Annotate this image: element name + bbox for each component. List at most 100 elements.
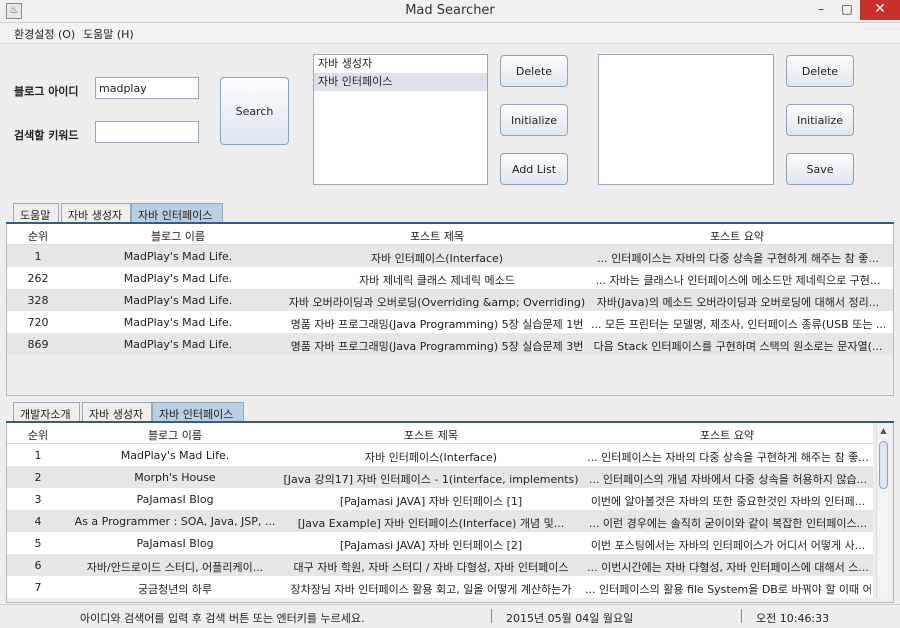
cell-rank: 5 xyxy=(34,537,42,550)
scroll-up-icon[interactable]: ▲ xyxy=(877,425,890,437)
cell-post-summary: ... 인터페이스는 자바의 다중 상속을 구현하게 해주는 참 좋... xyxy=(597,252,879,265)
maximize-button[interactable]: □ xyxy=(834,0,860,20)
cell-post-title: 명품 자바 프로그래밍(Java Programming) 5장 실습문제 1번 xyxy=(290,318,584,331)
tab-help[interactable]: 도움말 xyxy=(13,203,59,222)
cell-blog-name: 자바/안드로이드 스터디, 어플리케이... xyxy=(86,561,264,574)
search-button[interactable]: Search xyxy=(220,77,289,145)
keyword-list[interactable]: 자바 생성자 자바 인터페이스 xyxy=(313,54,488,185)
cell-post-title: 자바 제네릭 클래스 제네릭 메소드 xyxy=(359,274,515,287)
column-rank[interactable]: 순위 xyxy=(7,228,69,244)
cell-blog-name: MadPlay's Mad Life. xyxy=(123,316,233,329)
cell-post-summary: ... 모든 프린터는 모델명, 제조사, 인터페이스 종류(USB 또는 ..… xyxy=(591,318,885,331)
blog-id-label: 블로그 아이디 xyxy=(14,85,79,98)
minimize-button[interactable]: – xyxy=(808,0,834,20)
initialize-keyword-button[interactable]: Initialize xyxy=(500,104,568,136)
bottom-results-table: 순위 블로그 이름 포스트 제목 포스트 요약 1 MadPlay's Mad … xyxy=(7,423,873,598)
delete-saved-button[interactable]: Delete xyxy=(786,55,854,87)
cell-blog-name: MadPlay's Mad Life. xyxy=(123,250,233,263)
cell-post-title: 장차장님 자바 인터페이스 활용 회고, 일을 어떻게 계산하는가 xyxy=(290,583,572,596)
add-list-button[interactable]: Add List xyxy=(500,153,568,185)
cell-post-summary: ... 인터페이스의 활용 file System을 DB로 바꿔야 할 이때 … xyxy=(585,583,871,596)
cell-post-title: [Java 강의17] 자바 인터페이스 - 1(interface, impl… xyxy=(283,473,579,486)
cell-post-title: [Java Example] 자바 인터페이스(Interface) 개념 및.… xyxy=(297,517,565,530)
window-title: Mad Searcher xyxy=(405,3,495,18)
cell-rank: 4 xyxy=(34,515,42,528)
cell-post-summary: ... 이런 경우에는 솔직히 굳이이와 같이 복잡한 인터페이스... xyxy=(588,517,868,530)
vertical-scrollbar[interactable]: ▲ xyxy=(876,425,890,599)
cell-blog-name: PaJamasI Blog xyxy=(136,537,214,550)
top-tab-strip: 도움말 자바 생성자 자바 인터페이스 xyxy=(13,203,313,223)
cell-rank: 2 xyxy=(34,471,42,484)
cell-blog-name: PaJamasI Blog xyxy=(136,493,214,506)
delete-keyword-button[interactable]: Delete xyxy=(500,55,568,87)
cell-blog-name: MadPlay's Mad Life. xyxy=(123,338,233,351)
table-row[interactable]: 720 MadPlay's Mad Life. 명품 자바 프로그래밍(Java… xyxy=(7,311,893,333)
column-post-title[interactable]: 포스트 제목 xyxy=(287,228,587,244)
cell-rank: 3 xyxy=(34,493,42,506)
keyword-list-item-selected[interactable]: 자바 인터페이스 xyxy=(314,73,487,91)
column-blog-name[interactable]: 블로그 이름 xyxy=(69,228,287,244)
table-row[interactable]: 1 MadPlay's Mad Life. 자바 인터페이스(Interface… xyxy=(7,245,893,267)
cell-rank: 869 xyxy=(27,338,49,351)
menu-settings[interactable]: 환경설정 (O) xyxy=(14,26,75,42)
tab-java-constructor[interactable]: 자바 생성자 xyxy=(61,203,131,222)
column-blog-name[interactable]: 블로그 이름 xyxy=(69,427,281,443)
cell-post-summary: 이번에 알아볼것은 자바의 또한 중요한것인 자바의 인터페... xyxy=(590,495,866,508)
table-row[interactable]: 4 As a Programmer : SOA, Java, JSP, ... … xyxy=(7,510,873,532)
cell-rank: 7 xyxy=(34,581,42,594)
close-button[interactable]: ✕ xyxy=(860,0,900,20)
scrollbar-thumb[interactable] xyxy=(879,441,888,489)
cell-rank: 1 xyxy=(34,449,42,462)
table-row[interactable]: 2 Morph's House [Java 강의17] 자바 인터페이스 - 1… xyxy=(7,466,873,488)
cell-blog-name: Morph's House xyxy=(134,471,216,484)
status-bar: 아이디와 검색어를 입력 후 검색 버튼 또는 엔터키를 누르세요. 2015년… xyxy=(0,604,900,628)
cell-blog-name: 궁금청년의 하루 xyxy=(137,583,213,596)
cell-post-title: 자바 오버라이딩과 오버로딩(Overriding &amp; Overridi… xyxy=(288,296,586,309)
cell-rank: 6 xyxy=(34,559,42,572)
tab-java-constructor[interactable]: 자바 생성자 xyxy=(82,402,152,421)
tab-java-interface[interactable]: 자바 인터페이스 xyxy=(152,402,244,421)
cell-post-title: 대구 자바 학원, 자바 스터디 / 자바 다형성, 자바 인터페이스 xyxy=(293,561,569,574)
column-post-summary[interactable]: 포스트 요약 xyxy=(581,427,873,443)
menu-help[interactable]: 도움말 (H) xyxy=(83,26,134,42)
status-time: 오전 10:46:33 xyxy=(756,612,830,625)
table-row[interactable]: 7 궁금청년의 하루 장차장님 자바 인터페이스 활용 회고, 일을 어떻게 계… xyxy=(7,576,873,598)
initialize-saved-button[interactable]: Initialize xyxy=(786,104,854,136)
cell-post-summary: 다음 Stack 인터페이스를 구현하며 스택의 원소로는 문자열(... xyxy=(593,340,883,353)
table-row[interactable]: 6 자바/안드로이드 스터디, 어플리케이... 대구 자바 학원, 자바 스터… xyxy=(7,554,873,576)
tab-developer-intro[interactable]: 개발자소개 xyxy=(13,402,80,421)
column-rank[interactable]: 순위 xyxy=(7,427,69,443)
cell-rank: 1 xyxy=(34,250,42,263)
cell-post-summary: ... 인터페이스는 자바의 다중 상속을 구현하게 해주는 참 좋... xyxy=(587,451,869,464)
blog-id-field[interactable]: madplay xyxy=(95,77,199,99)
table-row[interactable]: 5 PaJamasI Blog [PaJamasi JAVA] 자바 인터페이스… xyxy=(7,532,873,554)
keyword-label: 검색할 키워드 xyxy=(14,129,79,142)
cell-post-summary: ... 자바는 클래스나 인터페이스에 메소드만 제네릭으로 구현... xyxy=(595,274,881,287)
save-button[interactable]: Save xyxy=(786,153,854,185)
cell-rank: 720 xyxy=(27,316,49,329)
cell-post-summary: 자바(Java)의 메소드 오버라이딩과 오버로딩에 대해서 정리... xyxy=(596,296,880,309)
cell-post-summary: ... 이번시간에는 자바 다형성, 자바 인터페이스에 대해서 스... xyxy=(587,561,869,574)
saved-list[interactable] xyxy=(598,54,774,185)
menu-bar: 환경설정 (O) 도움말 (H) xyxy=(0,23,900,44)
cell-rank: 262 xyxy=(27,272,49,285)
tab-java-interface[interactable]: 자바 인터페이스 xyxy=(131,203,223,222)
table-row[interactable]: 262 MadPlay's Mad Life. 자바 제네릭 클래스 제네릭 메… xyxy=(7,267,893,289)
table-row[interactable]: 869 MadPlay's Mad Life. 명품 자바 프로그래밍(Java… xyxy=(7,333,893,355)
keyword-list-item[interactable]: 자바 생성자 xyxy=(314,55,487,73)
table-row[interactable]: 1 MadPlay's Mad Life. 자바 인터페이스(Interface… xyxy=(7,444,873,466)
table-row[interactable]: 3 PaJamasI Blog [PaJamasi JAVA] 자바 인터페이스… xyxy=(7,488,873,510)
column-post-title[interactable]: 포스트 제목 xyxy=(281,427,581,443)
table-header: 순위 블로그 이름 포스트 제목 포스트 요약 xyxy=(7,423,873,444)
cell-rank: 328 xyxy=(27,294,49,307)
cell-blog-name: As a Programmer : SOA, Java, JSP, ... xyxy=(74,515,276,528)
status-divider xyxy=(491,609,492,623)
status-divider xyxy=(741,609,742,623)
cell-post-summary: 이번 포스팅에서는 자바의 인터페이스가 어디서 어떻게 사... xyxy=(590,539,866,552)
table-row[interactable]: 328 MadPlay's Mad Life. 자바 오버라이딩과 오버로딩(O… xyxy=(7,289,893,311)
keyword-field[interactable] xyxy=(95,121,199,143)
column-post-summary[interactable]: 포스트 요약 xyxy=(587,228,887,244)
bottom-results-panel: 순위 블로그 이름 포스트 제목 포스트 요약 1 MadPlay's Mad … xyxy=(6,423,894,603)
status-message: 아이디와 검색어를 입력 후 검색 버튼 또는 엔터키를 누르세요. xyxy=(80,612,365,625)
app-window: ♨ Mad Searcher – □ ✕ 환경설정 (O) 도움말 (H) 블로… xyxy=(0,0,900,628)
